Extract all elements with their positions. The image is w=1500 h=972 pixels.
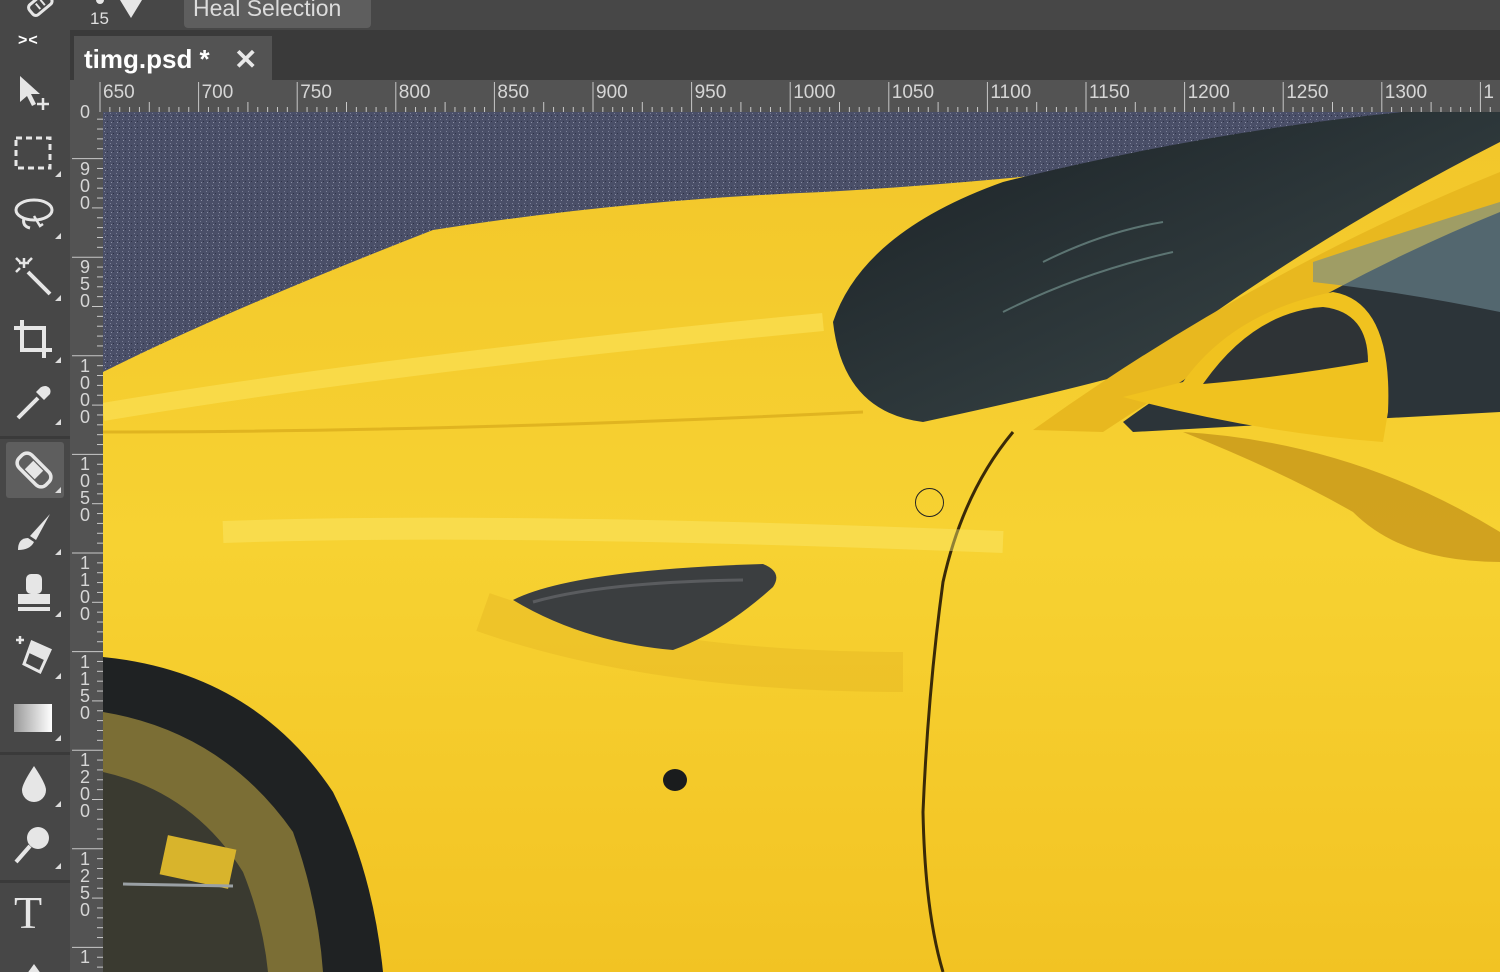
ruler-label: 900 xyxy=(79,158,90,213)
close-icon[interactable]: ✕ xyxy=(234,43,257,76)
text-icon: T xyxy=(14,887,43,938)
eyedropper-tool[interactable] xyxy=(6,374,64,430)
brush-icon xyxy=(18,514,50,550)
eyedropper-icon xyxy=(16,386,51,420)
ruler-label: 1100 xyxy=(79,553,90,624)
ruler-label: 1100 xyxy=(990,82,1032,103)
ruler-label: 0 xyxy=(79,102,90,122)
tool-submenu-indicator xyxy=(55,419,61,425)
ruler-label: 1200 xyxy=(1187,82,1230,103)
ruler-label: 1000 xyxy=(79,355,90,427)
tool-submenu-indicator xyxy=(55,549,61,555)
toolbar-separator xyxy=(0,880,70,883)
move-tool[interactable] xyxy=(6,66,64,122)
tool-submenu-indicator xyxy=(55,863,61,869)
brush-preview-icon xyxy=(96,0,104,4)
ruler-label: 1150 xyxy=(1089,82,1130,103)
ruler-label: 1200 xyxy=(79,750,90,822)
lasso-tool[interactable] xyxy=(6,188,64,244)
ruler-label: 950 xyxy=(694,82,727,103)
ruler-label: 1 xyxy=(79,947,90,968)
options-bar: 15 Heal Selection xyxy=(0,0,1500,30)
document-tab[interactable]: timg.psd * ✕ xyxy=(74,36,272,80)
gradient-icon xyxy=(14,704,52,732)
tool-submenu-indicator xyxy=(55,295,61,301)
drop-icon xyxy=(22,766,46,802)
blur-tool[interactable] xyxy=(6,756,64,812)
document-tab-title: timg.psd * xyxy=(84,44,210,74)
healing-brush-tool[interactable] xyxy=(6,442,64,498)
crop-tool[interactable] xyxy=(6,312,64,368)
ruler-label: 700 xyxy=(201,82,234,103)
magic-wand-icon xyxy=(15,257,52,296)
ruler-label: 1050 xyxy=(891,82,935,103)
tool-submenu-indicator xyxy=(55,801,61,807)
tool-submenu-indicator xyxy=(55,487,61,493)
ruler-label: 1 xyxy=(1483,82,1494,103)
stamp-icon xyxy=(18,574,50,611)
magic-wand-tool[interactable] xyxy=(6,250,64,306)
bandage-icon xyxy=(15,451,53,489)
tools-panel: >< T xyxy=(0,30,70,972)
dodge-icon xyxy=(14,827,49,864)
shape-tool[interactable] xyxy=(6,948,64,972)
ruler-label: 1300 xyxy=(1384,82,1428,103)
bandage-icon[interactable] xyxy=(22,0,58,24)
toolbar-separator xyxy=(0,436,70,439)
eraser-tool[interactable] xyxy=(6,628,64,684)
tool-submenu-indicator xyxy=(55,357,61,363)
lasso-icon xyxy=(14,198,54,230)
tool-submenu-indicator xyxy=(55,233,61,239)
shape-icon xyxy=(28,964,40,972)
brush-tool[interactable] xyxy=(6,504,64,560)
car-photo xyxy=(103,112,1500,972)
brush-cursor xyxy=(915,488,944,517)
brush-size-dropdown-icon[interactable] xyxy=(120,0,142,18)
ruler-label: 1250 xyxy=(1286,82,1329,103)
image-canvas[interactable] xyxy=(103,112,1500,972)
ruler-label: 950 xyxy=(79,257,90,312)
toolbar-separator xyxy=(0,752,70,755)
text-tool[interactable]: T xyxy=(6,886,64,942)
ruler-label: 800 xyxy=(398,82,431,103)
tool-submenu-indicator xyxy=(55,171,61,177)
clone-stamp-tool[interactable] xyxy=(6,566,64,622)
horizontal-ruler[interactable]: 650 700 750 800 850 900 950 1000 1050 1100 1150 120… xyxy=(70,80,1500,112)
marquee-icon xyxy=(14,136,52,170)
ruler-label: 850 xyxy=(497,82,530,103)
brush-size-value[interactable]: 15 xyxy=(90,9,109,29)
ruler-label: 1150 xyxy=(79,651,90,723)
ruler-label: 900 xyxy=(596,82,628,103)
eraser-icon xyxy=(16,636,52,675)
collapse-toolbar-button[interactable]: >< xyxy=(18,32,39,50)
move-icon xyxy=(20,76,49,110)
ruler-label: 750 xyxy=(300,82,332,103)
ruler-label: 650 xyxy=(103,82,135,103)
tool-submenu-indicator xyxy=(55,735,61,741)
ruler-label: 1250 xyxy=(79,848,90,920)
tool-submenu-indicator xyxy=(55,673,61,679)
ruler-label: 1000 xyxy=(793,82,836,103)
tool-submenu-indicator xyxy=(55,611,61,617)
ruler-label: 1050 xyxy=(79,454,90,526)
dodge-tool[interactable] xyxy=(6,818,64,874)
marquee-tool[interactable] xyxy=(6,126,64,182)
document-tab-bar: timg.psd * ✕ xyxy=(70,30,1500,80)
heal-selection-button[interactable]: Heal Selection xyxy=(184,0,371,28)
gradient-tool[interactable] xyxy=(6,690,64,746)
vertical-ruler[interactable]: 0 900 950 1000 1050 1100 1150 1200 1250 1 xyxy=(70,103,103,972)
crop-icon xyxy=(14,320,52,358)
